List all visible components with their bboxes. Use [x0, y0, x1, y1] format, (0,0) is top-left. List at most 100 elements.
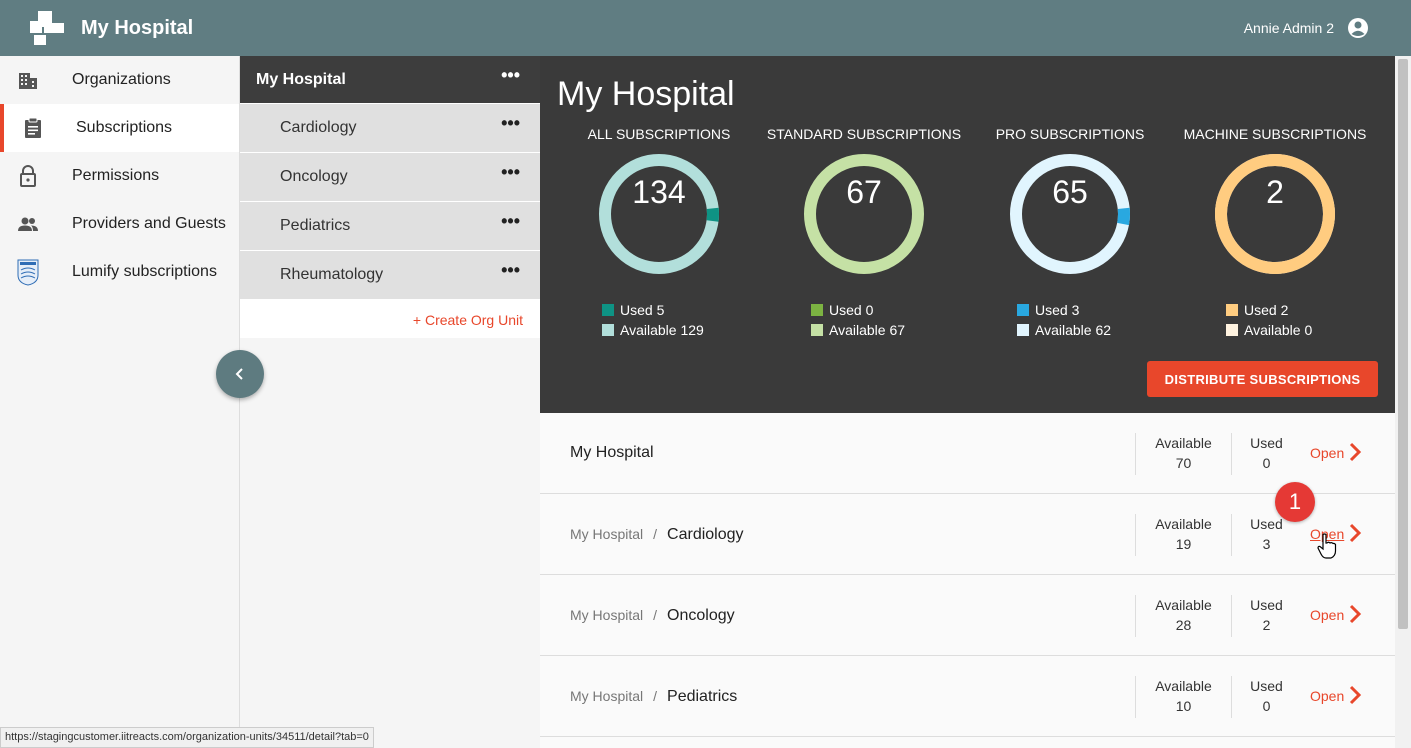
- legend-available: Available 129: [602, 320, 704, 340]
- available-value: 70: [1175, 455, 1192, 471]
- stat-title: MACHINE SUBSCRIPTIONS: [1183, 126, 1367, 142]
- chevron-right-icon[interactable]: [1348, 684, 1362, 706]
- used-swatch: [602, 304, 614, 316]
- org-tree-item-pediatrics[interactable]: Pediatrics •••: [240, 202, 540, 251]
- legend-available: Available 67: [811, 320, 905, 340]
- org-tree-item-my-hospital[interactable]: My Hospital •••: [240, 56, 540, 104]
- distribute-subscriptions-button[interactable]: DISTRIBUTE SUBSCRIPTIONS: [1147, 361, 1378, 397]
- stat-machine-subscriptions: MACHINE SUBSCRIPTIONS 2 Used 2 Available…: [1172, 126, 1378, 338]
- chevron-right-icon[interactable]: [1348, 441, 1362, 463]
- sidebar-item-lumify-subscriptions[interactable]: Lumify subscriptions: [0, 248, 239, 296]
- org-tree-item-cardiology[interactable]: Cardiology •••: [240, 104, 540, 153]
- people-icon: [18, 217, 38, 231]
- scrollbar-thumb[interactable]: [1398, 59, 1408, 629]
- available-count: Available 28: [1135, 595, 1231, 637]
- collapse-sidebar-button[interactable]: [216, 350, 264, 398]
- chevron-right-icon[interactable]: [1348, 522, 1362, 544]
- more-options-icon[interactable]: •••: [501, 163, 520, 181]
- lock-icon: [20, 165, 36, 187]
- sidebar-nav: Organizations Subscriptions Permissions …: [0, 56, 240, 748]
- used-swatch: [1226, 304, 1238, 316]
- list-item: My Hospital / Oncology Available 28 Used 2 O…: [540, 575, 1395, 656]
- row-name: Cardiology: [667, 526, 744, 543]
- available-swatch: [602, 324, 614, 336]
- used-count: Used 0: [1231, 433, 1301, 475]
- row-path: My Hospital / Pediatrics: [570, 688, 737, 706]
- stat-title: ALL SUBSCRIPTIONS: [587, 126, 731, 142]
- sidebar-item-providers-and-guests[interactable]: Providers and Guests: [0, 200, 239, 248]
- donut-chart: [804, 154, 924, 274]
- step-number-badge: 1: [1275, 482, 1315, 522]
- donut-chart: [1215, 154, 1335, 274]
- row-parent: My Hospital: [570, 526, 644, 542]
- stat-legend: Used 5 Available 129: [602, 300, 704, 340]
- more-options-icon[interactable]: •••: [501, 66, 520, 84]
- stat-title: STANDARD SUBSCRIPTIONS: [766, 126, 962, 142]
- chevron-right-icon[interactable]: [1348, 603, 1362, 625]
- used-value: 3: [1262, 536, 1271, 552]
- donut-chart: [1010, 154, 1130, 274]
- used-value: 0: [1262, 455, 1271, 471]
- sidebar-item-subscriptions[interactable]: Subscriptions: [0, 104, 239, 152]
- org-unit-tree: My Hospital ••• Cardiology ••• Oncology …: [240, 56, 540, 748]
- stat-all-subscriptions: ALL SUBSCRIPTIONS 134 Used 5 Available 1…: [556, 126, 762, 338]
- legend-used: Used 2: [1226, 300, 1312, 320]
- row-name: Pediatrics: [667, 688, 738, 705]
- stat-legend: Used 2 Available 0: [1226, 300, 1312, 340]
- row-parent: My Hospital: [570, 607, 644, 623]
- available-swatch: [811, 324, 823, 336]
- breadcrumb-separator: /: [653, 526, 658, 542]
- org-tree-label: Pediatrics: [280, 217, 351, 234]
- row-name: My Hospital: [570, 444, 654, 461]
- used-value: 2: [1262, 617, 1271, 633]
- stat-legend: Used 0 Available 67: [811, 300, 905, 340]
- legend-used-label: Used 5: [620, 302, 665, 318]
- org-tree-label: Cardiology: [280, 119, 357, 136]
- create-org-unit-link[interactable]: + Create Org Unit: [413, 312, 523, 328]
- available-header: Available: [1155, 516, 1212, 532]
- used-header: Used: [1250, 678, 1283, 694]
- more-options-icon[interactable]: •••: [501, 114, 520, 132]
- available-header: Available: [1155, 597, 1212, 613]
- stat-total: 65: [1052, 174, 1088, 210]
- available-value: 28: [1175, 617, 1192, 633]
- open-link[interactable]: Open: [1310, 607, 1344, 623]
- open-link[interactable]: Open: [1310, 445, 1344, 461]
- hand-cursor-icon: [1317, 533, 1337, 559]
- available-count: Available 70: [1135, 433, 1231, 475]
- available-value: 10: [1175, 698, 1192, 714]
- org-tree-item-oncology[interactable]: Oncology •••: [240, 153, 540, 202]
- app-title: My Hospital: [81, 17, 194, 39]
- open-link[interactable]: Open: [1310, 688, 1344, 704]
- legend-used: Used 3: [1017, 300, 1111, 320]
- building-icon: [19, 73, 37, 89]
- donut-chart: [599, 154, 719, 274]
- sidebar-item-label: Subscriptions: [76, 119, 173, 136]
- sidebar-item-label: Lumify subscriptions: [72, 263, 217, 280]
- legend-available-label: Available 0: [1244, 322, 1313, 338]
- chevron-left-icon: [235, 368, 243, 380]
- row-path: My Hospital: [570, 444, 654, 462]
- account-circle-icon[interactable]: [1347, 17, 1369, 39]
- user-name[interactable]: Annie Admin 2: [1244, 20, 1334, 36]
- more-options-icon[interactable]: •••: [501, 212, 520, 230]
- donut-used-arc: [1215, 154, 1335, 274]
- browser-status-url: https://stagingcustomer.iitreacts.com/or…: [0, 727, 374, 748]
- used-swatch: [1017, 304, 1029, 316]
- available-value: 19: [1175, 536, 1192, 552]
- legend-available: Available 0: [1226, 320, 1312, 340]
- used-header: Used: [1250, 435, 1283, 451]
- sidebar-item-organizations[interactable]: Organizations: [0, 56, 239, 104]
- vertical-scrollbar[interactable]: [1395, 56, 1411, 748]
- available-swatch: [1226, 324, 1238, 336]
- used-count: Used 2: [1231, 595, 1301, 637]
- more-options-icon[interactable]: •••: [501, 261, 520, 279]
- sidebar-item-permissions[interactable]: Permissions: [0, 152, 239, 200]
- org-tree-item-rheumatology[interactable]: Rheumatology •••: [240, 251, 540, 300]
- org-tree-label: Oncology: [280, 168, 348, 185]
- breadcrumb-separator: /: [653, 688, 658, 704]
- used-header: Used: [1250, 597, 1283, 613]
- brand-logo-icon[interactable]: [28, 9, 66, 47]
- subscription-dashboard: My Hospital ALL SUBSCRIPTIONS 134 Used 5…: [540, 56, 1395, 413]
- list-item: My Hospital / Pediatrics Available 10 Used 0…: [540, 656, 1395, 737]
